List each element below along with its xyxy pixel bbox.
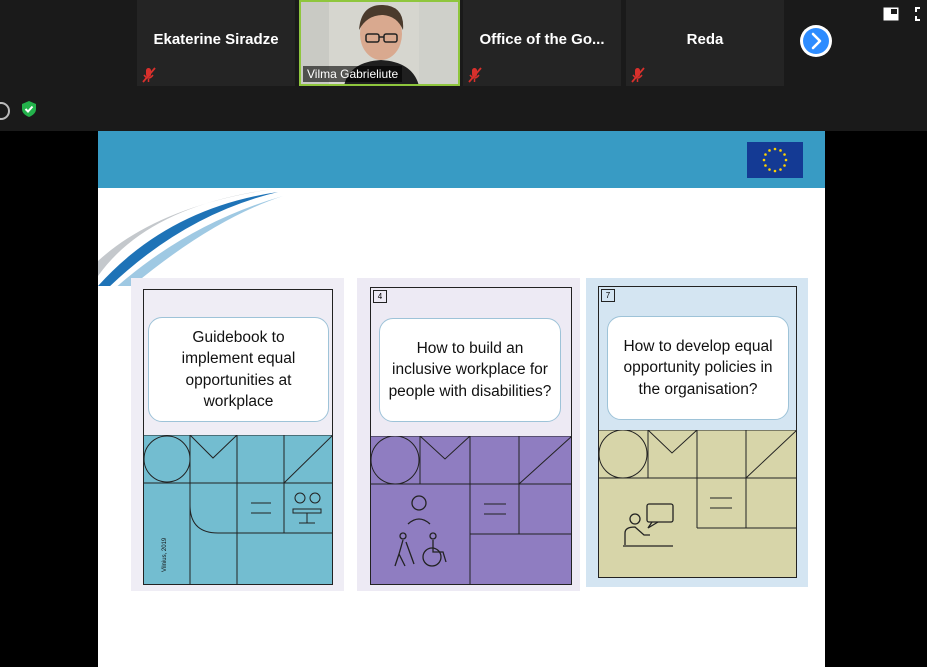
- chevron-right-icon: [811, 32, 822, 50]
- year-label: Vilnius, 2019: [162, 537, 168, 572]
- eu-star: [768, 168, 771, 171]
- guidebook-cover-card: Guidebook to implement equal opportuniti…: [131, 278, 344, 591]
- fullscreen-icon[interactable]: [915, 7, 927, 21]
- eu-star: [768, 149, 771, 152]
- geometric-pattern: [599, 430, 796, 577]
- eu-star: [783, 153, 786, 156]
- eu-star: [764, 164, 767, 167]
- eu-star: [779, 149, 782, 152]
- policies-cover-card: 7 How to develop equal opportunity polic…: [586, 278, 808, 587]
- eu-flag-icon: [747, 142, 803, 178]
- disabilities-cover-card: 4 How to build an inclusive workplace fo…: [357, 278, 580, 591]
- participant-name: Office of the Go...: [479, 31, 605, 48]
- next-page-button[interactable]: [800, 25, 832, 57]
- eu-star: [779, 168, 782, 171]
- eu-star: [773, 169, 777, 173]
- book-cover: 4 How to build an inclusive workplace fo…: [370, 287, 572, 585]
- geometric-pattern: [371, 436, 571, 584]
- book-cover: 7 How to develop equal opportunity polic…: [598, 286, 797, 578]
- geometric-pattern: [144, 435, 332, 584]
- participant-name: Reda: [686, 31, 724, 48]
- participant-strip: Ekaterine Siradze Vilma Gabrieliute Offi…: [0, 0, 927, 131]
- cover-number: 7: [601, 289, 615, 302]
- decorative-swoosh: [98, 189, 283, 286]
- cover-number: 4: [373, 290, 387, 303]
- eu-star: [773, 147, 777, 151]
- participant-tile[interactable]: Ekaterine Siradze: [137, 0, 295, 86]
- participant-tile[interactable]: Office of the Go...: [463, 0, 621, 86]
- gallery-view-icon[interactable]: [883, 7, 899, 21]
- shared-slide: Guidebook to implement equal opportuniti…: [98, 131, 825, 667]
- eu-star: [762, 158, 766, 162]
- participant-name: Ekaterine Siradze: [153, 31, 279, 48]
- muted-mic-icon: [468, 67, 482, 83]
- info-icon[interactable]: [0, 102, 10, 120]
- book-cover: Guidebook to implement equal opportuniti…: [143, 289, 333, 585]
- participant-name: Vilma Gabrieliute: [303, 66, 403, 82]
- cover-title: How to develop equal opportunity policie…: [607, 316, 789, 420]
- cover-title: How to build an inclusive workplace for …: [379, 318, 561, 422]
- participant-tile[interactable]: Reda: [626, 0, 784, 86]
- eu-star: [764, 153, 767, 156]
- participant-video-tile[interactable]: Vilma Gabrieliute: [299, 0, 460, 86]
- eu-star: [784, 158, 788, 162]
- cover-title: Guidebook to implement equal opportuniti…: [148, 317, 329, 422]
- muted-mic-icon: [142, 67, 156, 83]
- eu-star: [783, 164, 786, 167]
- muted-mic-icon: [631, 67, 645, 83]
- shield-check-icon[interactable]: [20, 100, 38, 118]
- slide-header: [98, 131, 825, 188]
